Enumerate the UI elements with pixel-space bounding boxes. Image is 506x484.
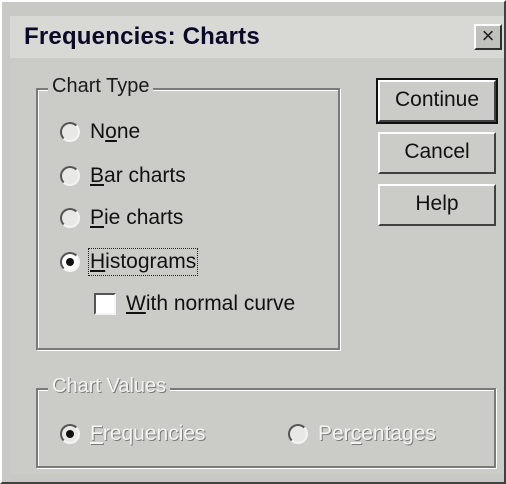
accelerator-key: H [90, 250, 106, 273]
radio-none-label: None [90, 120, 140, 144]
label-part: ith normal curve [145, 292, 296, 315]
label-part: requencies [102, 422, 206, 445]
label-part: ar charts [104, 164, 186, 187]
radio-percentages[interactable]: Percentages [288, 422, 436, 446]
chart-type-legend: Chart Type [48, 75, 154, 98]
title-bar: Frequencies: Charts × [10, 16, 504, 58]
cancel-button[interactable]: Cancel [378, 132, 496, 174]
radio-pie-charts-indicator[interactable] [60, 208, 80, 228]
radio-frequencies-indicator[interactable] [60, 424, 80, 444]
label-part: ie charts [104, 206, 184, 229]
label-part: istograms [105, 250, 197, 273]
radio-pie-charts[interactable]: Pie charts [60, 206, 183, 230]
normal-curve-label: With normal curve [126, 292, 295, 316]
radio-none[interactable]: None [60, 120, 140, 144]
label-part: entages [361, 422, 436, 445]
label-part: ne [116, 120, 141, 143]
radio-bar-charts[interactable]: Bar charts [60, 164, 186, 188]
frequencies-charts-dialog: Frequencies: Charts × Chart Type None Ba… [0, 0, 506, 484]
accelerator-key: F [90, 422, 103, 445]
label-part: Per [318, 422, 351, 445]
accelerator-key: B [90, 164, 105, 187]
dialog-body: Chart Type None Bar charts Pie charts Hi… [10, 58, 504, 474]
radio-histograms-indicator[interactable] [60, 252, 80, 272]
normal-curve-checkbox-row[interactable]: With normal curve [94, 292, 295, 316]
radio-histograms[interactable]: Histograms [60, 248, 199, 276]
chart-values-legend: Chart Values [48, 375, 171, 398]
continue-button[interactable]: Continue [376, 78, 498, 124]
accelerator-key: P [90, 206, 105, 229]
help-button[interactable]: Help [378, 184, 496, 226]
chart-values-group: Chart Values Frequencies Percentages [36, 375, 496, 468]
close-icon: × [481, 23, 495, 48]
accelerator-key: c [350, 422, 362, 445]
chart-type-group: Chart Type None Bar charts Pie charts Hi… [36, 75, 340, 350]
close-button[interactable]: × [474, 24, 502, 50]
radio-bar-charts-indicator[interactable] [60, 166, 80, 186]
accelerator-key: o [105, 120, 117, 143]
dialog-title: Frequencies: Charts [24, 23, 260, 50]
accelerator-key: W [126, 292, 146, 315]
normal-curve-checkbox[interactable] [94, 293, 116, 315]
radio-histograms-label: Histograms [87, 248, 199, 276]
radio-pie-charts-label: Pie charts [90, 206, 183, 230]
radio-frequencies-label: Frequencies [90, 422, 206, 446]
radio-none-indicator[interactable] [60, 122, 80, 142]
radio-bar-charts-label: Bar charts [90, 164, 186, 188]
radio-frequencies[interactable]: Frequencies [60, 422, 206, 446]
label-part: N [90, 120, 106, 143]
radio-percentages-indicator[interactable] [288, 424, 308, 444]
radio-percentages-label: Percentages [318, 422, 436, 446]
